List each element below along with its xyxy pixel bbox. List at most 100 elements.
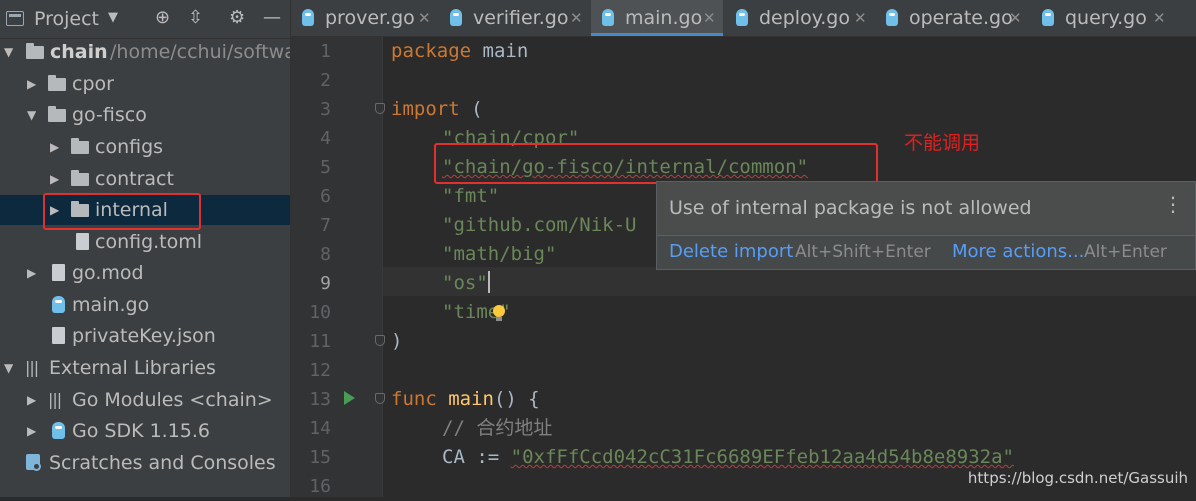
tree-item-label: chain	[50, 41, 108, 63]
tab-prover-go[interactable]: prover.go ✕	[291, 0, 437, 36]
expand-arrow-icon[interactable]: ▼	[4, 37, 13, 67]
more-actions-link[interactable]: More actions...	[952, 241, 1084, 262]
tab-label: verifier.go	[473, 7, 569, 29]
function-signature: () {	[493, 388, 540, 410]
close-icon[interactable]: ✕	[1153, 0, 1166, 36]
code-editor[interactable]: package main import ( "chain/cpor" "chai…	[383, 37, 1196, 497]
close-icon[interactable]: ✕	[854, 0, 867, 36]
go-file-icon	[1042, 9, 1054, 26]
tree-item-label: privateKey.json	[72, 325, 216, 347]
tree-item-privatekey-json[interactable]: privateKey.json	[0, 321, 290, 351]
tab-verifier-go[interactable]: verifier.go ✕	[439, 0, 589, 36]
line-number: 9	[320, 273, 331, 294]
shortcut-hint: Alt+Enter	[1084, 242, 1167, 262]
go-file-icon	[302, 9, 314, 26]
project-title[interactable]: Project	[34, 8, 99, 30]
collapsed-arrow-icon[interactable]: ▶	[50, 164, 59, 194]
line-number: 6	[320, 186, 331, 207]
run-icon[interactable]	[344, 391, 355, 405]
text-caret	[487, 271, 490, 293]
close-icon[interactable]: ✕	[570, 0, 583, 36]
line-number: 1	[320, 41, 331, 62]
collapsed-arrow-icon[interactable]: ▶	[27, 385, 36, 415]
tree-item-go-fisco[interactable]: ▼ go-fisco	[0, 100, 290, 130]
tab-operate-go[interactable]: operate.go ✕	[875, 0, 1029, 36]
tree-item-go-sdk[interactable]: ▶ Go SDK 1.15.6	[0, 416, 290, 446]
code-line: "os"	[442, 269, 490, 298]
go-file-icon	[52, 296, 65, 313]
go-mod-file-icon	[52, 264, 65, 281]
collapsed-arrow-icon[interactable]: ▶	[50, 132, 59, 162]
paren: )	[391, 330, 403, 352]
hide-panel-icon[interactable]: —	[263, 7, 281, 29]
code-line: package main	[391, 37, 528, 66]
tab-query-go[interactable]: query.go ✕	[1031, 0, 1171, 36]
tree-item-label: configs	[95, 136, 164, 158]
function-name: main	[448, 388, 494, 410]
delete-import-link[interactable]: Delete import	[669, 241, 793, 262]
line-number: 3	[320, 99, 331, 120]
line-number: 8	[320, 244, 331, 265]
tree-item-go-mod[interactable]: ▶ go.mod	[0, 258, 290, 288]
tree-item-label: go-fisco	[72, 104, 147, 126]
line-number: 12	[309, 360, 331, 381]
more-options-icon[interactable]: ⋮	[1163, 192, 1183, 216]
collapse-all-icon[interactable]: ⇳	[188, 7, 203, 29]
collapsed-arrow-icon[interactable]: ▶	[27, 416, 36, 446]
tree-item-path: /home/cchui/softwa	[110, 41, 291, 63]
folder-icon	[26, 43, 44, 59]
import-string: "fmt"	[442, 185, 500, 207]
expand-arrow-icon[interactable]: ▼	[4, 353, 13, 383]
go-file-icon	[450, 9, 462, 26]
folder-icon	[48, 75, 66, 91]
chevron-down-icon[interactable]: ▼	[108, 10, 118, 25]
close-icon[interactable]: ✕	[1009, 0, 1022, 36]
tree-item-main-go[interactable]: main.go	[0, 290, 290, 320]
tree-item-chain[interactable]: ▼ chain /home/cchui/softwa	[0, 37, 290, 67]
lightbulb-icon[interactable]	[493, 305, 505, 321]
gear-icon[interactable]: ⚙	[229, 7, 245, 29]
code-line: func main() {	[391, 385, 540, 414]
tab-label: operate.go	[909, 7, 1013, 29]
tab-label: query.go	[1065, 7, 1147, 29]
editor-tab-bar: prover.go ✕ verifier.go ✕ main.go ✕ depl…	[291, 0, 1196, 37]
tree-item-external-libraries[interactable]: ▼ ||| External Libraries	[0, 353, 290, 383]
tree-item-config-toml[interactable]: config.toml	[0, 227, 290, 257]
close-icon[interactable]: ✕	[418, 0, 431, 36]
code-line: )	[391, 327, 402, 356]
tree-item-go-modules[interactable]: ▶ ||| Go Modules <chain>	[0, 385, 290, 415]
collapsed-arrow-icon[interactable]: ▶	[27, 258, 36, 288]
tree-item-label: cpor	[72, 73, 114, 95]
go-file-icon	[602, 9, 614, 26]
editor-gutter[interactable]: 1 2 3 4 5 6 7 8 9 10 11 12 13 14 15 16	[291, 37, 385, 497]
collapsed-arrow-icon[interactable]: ▶	[27, 69, 36, 99]
tab-main-go[interactable]: main.go ✕	[591, 0, 723, 36]
json-file-icon	[52, 327, 65, 344]
locate-icon[interactable]: ⊕	[155, 7, 170, 29]
toml-file-icon	[76, 233, 89, 250]
tree-item-scratches[interactable]: Scratches and Consoles	[0, 448, 290, 478]
import-error-highlight-box	[434, 143, 878, 184]
tab-deploy-go[interactable]: deploy.go ✕	[725, 0, 873, 36]
error-tooltip: Use of internal package is not allowed ⋮…	[656, 181, 1196, 270]
line-number: 7	[320, 215, 331, 236]
tree-item-cpor[interactable]: ▶ cpor	[0, 69, 290, 99]
line-number: 10	[309, 302, 331, 323]
library-icon: |||	[25, 358, 39, 377]
line-number: 15	[309, 447, 331, 468]
code-line: "github.com/Nik-U	[442, 211, 636, 240]
line-number: 11	[309, 331, 331, 352]
folder-icon	[71, 170, 89, 186]
tab-label: prover.go	[325, 7, 415, 29]
shortcut-hint: Alt+Shift+Enter	[795, 242, 931, 262]
tab-label: deploy.go	[759, 7, 850, 29]
current-line-highlight	[383, 267, 1196, 296]
folder-icon	[48, 106, 66, 122]
close-icon[interactable]: ✕	[703, 0, 716, 36]
tree-item-label: contract	[95, 168, 174, 190]
code-comment: // 合约地址	[442, 417, 553, 439]
tree-item-configs[interactable]: ▶ configs	[0, 132, 290, 162]
expand-arrow-icon[interactable]: ▼	[27, 100, 36, 130]
tree-item-contract[interactable]: ▶ contract	[0, 164, 290, 194]
line-number: 14	[309, 418, 331, 439]
